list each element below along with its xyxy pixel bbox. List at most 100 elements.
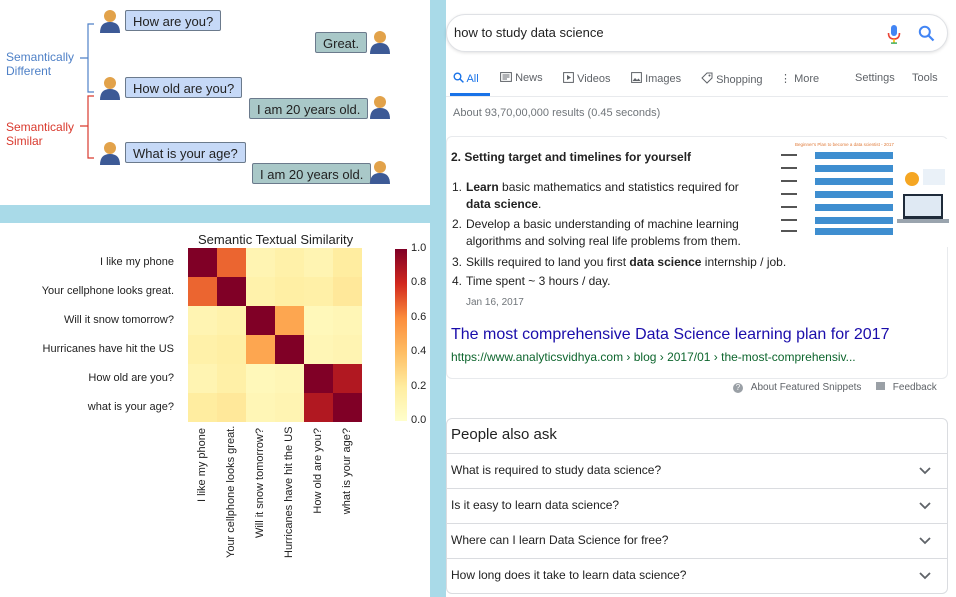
result-title-link[interactable]: The most comprehensive Data Science lear… <box>451 326 889 344</box>
colorbar-tick-label: 0.0 <box>411 414 427 426</box>
paa-question[interactable]: What is required to study data science? <box>451 463 661 477</box>
microphone-icon[interactable] <box>887 24 901 44</box>
heatmap-cell <box>246 364 275 393</box>
snippet-thumbnail[interactable]: Beginner's Plan to become a data scienti… <box>777 139 949 247</box>
chevron-down-icon[interactable] <box>918 571 932 581</box>
heatmap-cell <box>217 335 246 364</box>
heatmap-cell <box>188 277 217 306</box>
tag-icon <box>701 72 713 84</box>
heatmap-row-label: How old are you? <box>88 372 174 384</box>
heatmap-cell <box>188 306 217 335</box>
heatmap-cell <box>333 277 362 306</box>
heatmap-cell <box>217 393 246 422</box>
heatmap-row-label: Hurricanes have hit the US <box>42 343 174 355</box>
heatmap-col-label: Hurricanes have hit the US <box>283 426 295 558</box>
about-featured-snippets[interactable]: ? About Featured Snippets <box>733 382 861 393</box>
tab-separator <box>446 96 948 97</box>
snippet-list-item: 2. Develop a basic understanding of machi… <box>452 217 741 248</box>
snippet-list-item: 3. Skills required to land you first data… <box>452 255 787 269</box>
colorbar-tick-label: 0.2 <box>411 379 427 392</box>
heatmap-cell <box>275 364 304 393</box>
result-stats: About 93,70,00,000 results (0.45 seconds… <box>453 107 661 119</box>
result-url[interactable]: https://www.analyticsvidhya.com › blog ›… <box>451 350 856 364</box>
search-bar[interactable]: how to study data science <box>446 14 948 52</box>
search-input[interactable]: how to study data science <box>454 25 604 40</box>
similar-bracket <box>80 95 94 159</box>
feedback-icon <box>876 382 885 390</box>
user-avatar-icon <box>100 142 120 165</box>
tools-link[interactable]: Tools <box>912 72 938 84</box>
thumbnail-title: Beginner's Plan to become a data scienti… <box>795 142 894 147</box>
heatmap-cell <box>217 306 246 335</box>
heatmap-cell <box>217 364 246 393</box>
message-bubble: What is your age? <box>125 142 246 163</box>
colorbar-tick-label: 1.0 <box>411 242 427 254</box>
colorbar-tick-label: 0.6 <box>411 310 427 323</box>
more-icon: ⋮ <box>780 73 791 85</box>
tab-images[interactable]: Images <box>631 72 681 85</box>
tab-videos[interactable]: Videos <box>563 72 611 85</box>
tab-news[interactable]: News <box>500 72 543 84</box>
divider <box>447 488 947 489</box>
heatmap-row-label: what is your age? <box>87 401 174 413</box>
heatmap-svg <box>188 248 362 422</box>
user-avatar-icon <box>100 77 120 100</box>
image-icon <box>631 72 642 83</box>
heatmap-cell <box>217 248 246 277</box>
heatmap-cell <box>275 306 304 335</box>
snippet-date: Jan 16, 2017 <box>466 297 524 308</box>
search-icon <box>453 72 464 83</box>
heatmap-row-label: Your cellphone looks great. <box>41 285 174 297</box>
user-avatar-icon <box>370 161 390 184</box>
tab-shopping[interactable]: Shopping <box>701 72 763 86</box>
message-bubble: Great. <box>315 32 368 53</box>
divider <box>447 523 947 524</box>
message-bubble: How are you? <box>125 10 222 31</box>
heatmap-cell <box>275 277 304 306</box>
video-icon <box>563 72 574 83</box>
heatmap-cell <box>246 248 275 277</box>
paa-question[interactable]: How long does it take to learn data scie… <box>451 568 686 582</box>
message-bubble: I am 20 years old. <box>252 163 372 184</box>
colorbar-tick-label: 0.8 <box>411 276 427 289</box>
search-icon[interactable] <box>918 25 935 42</box>
heatmap-row-label: Will it snow tomorrow? <box>63 314 174 326</box>
different-bracket <box>80 23 94 93</box>
message-bubble: How old are you? <box>125 77 243 98</box>
heatmap-cell <box>304 277 333 306</box>
tab-more[interactable]: ⋮ More <box>780 72 819 85</box>
heatmap-cell <box>188 393 217 422</box>
colorbar <box>395 249 407 421</box>
chevron-down-icon[interactable] <box>918 466 932 476</box>
heatmap-cell <box>246 393 275 422</box>
tab-all[interactable]: All <box>453 72 479 85</box>
settings-link[interactable]: Settings <box>855 72 895 84</box>
chevron-down-icon[interactable] <box>918 536 932 546</box>
group-label-different: Semantically Different <box>6 50 75 78</box>
divider <box>447 453 947 454</box>
feedback-link[interactable]: Feedback <box>876 382 937 393</box>
heatmap-cell <box>246 277 275 306</box>
heatmap-cell <box>333 306 362 335</box>
heatmap-cell <box>304 306 333 335</box>
snippet-list-item: 4. Time spent ~ 3 hours / day. <box>452 274 611 288</box>
paa-question[interactable]: Is it easy to learn data science? <box>451 498 619 512</box>
heatmap-cell <box>304 364 333 393</box>
heatmap-cell <box>304 248 333 277</box>
group-label-similar: Semantically Similar <box>6 120 75 148</box>
heatmap-cell <box>333 364 362 393</box>
heatmap-cell <box>304 335 333 364</box>
heatmap-cell <box>304 393 333 422</box>
colorbar-band <box>395 420 407 421</box>
colorbar-tick-label: 0.4 <box>411 345 427 358</box>
chevron-down-icon[interactable] <box>918 501 932 511</box>
user-avatar-icon <box>370 96 390 119</box>
news-icon <box>500 72 512 82</box>
heatmap-col-label: I like my phone <box>196 428 208 502</box>
vertical-divider <box>430 0 446 597</box>
heatmap-cell <box>275 248 304 277</box>
help-icon: ? <box>733 383 743 393</box>
heatmap-cell <box>246 335 275 364</box>
heatmap-cell <box>188 335 217 364</box>
paa-question[interactable]: Where can I learn Data Science for free? <box>451 533 668 547</box>
